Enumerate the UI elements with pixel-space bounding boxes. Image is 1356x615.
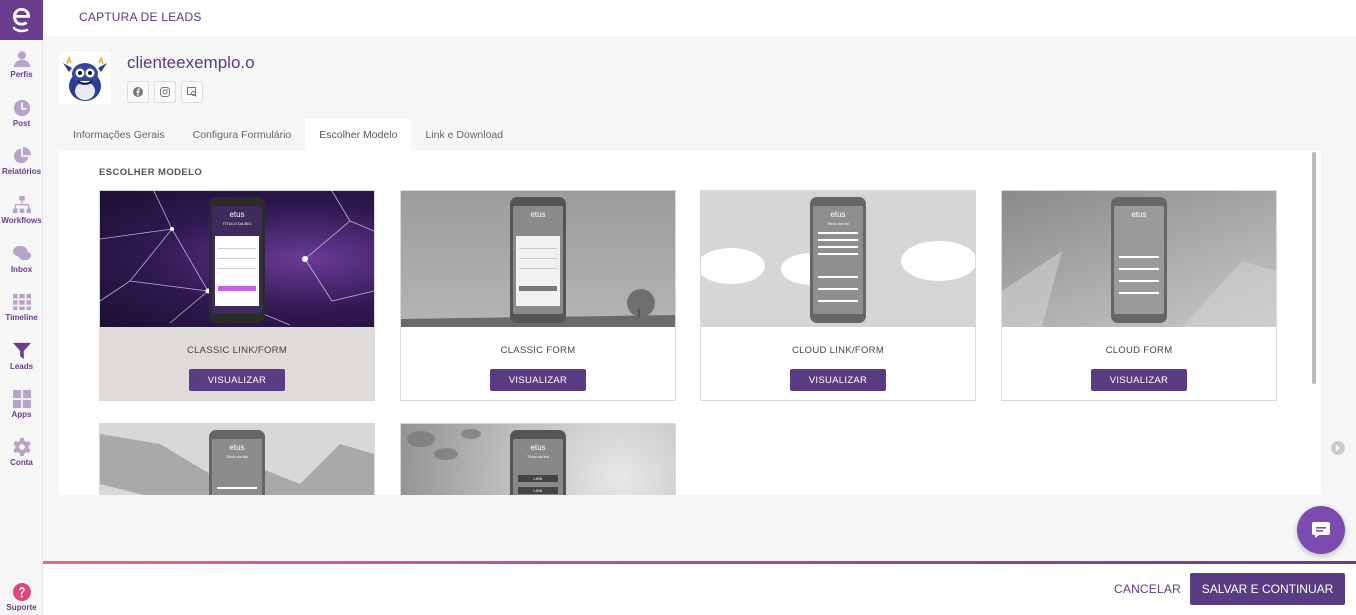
section-title: ESCOLHER MODELO — [99, 167, 203, 178]
grid-icon — [12, 293, 31, 311]
sidebar-item-label: Conta — [10, 458, 33, 467]
visualizar-button[interactable]: VISUALIZAR — [1091, 369, 1187, 391]
template-panel: ESCOLHER MODELO etus TÍTULO DA BIO CLASS… — [59, 151, 1321, 495]
workflow-icon — [12, 196, 31, 214]
mock-form — [215, 236, 259, 306]
sidebar-item-label: Leads — [9, 362, 34, 371]
phone-mockup: etus — [510, 197, 566, 323]
template-title: CLOUD LINK/FORM — [791, 345, 885, 356]
sidebar-item-timeline[interactable]: Timeline — [0, 293, 43, 322]
template-card-classic-link-form[interactable]: etus TÍTULO DA BIO CLASSIC LINK/FORM VIS… — [99, 190, 375, 401]
web-link[interactable] — [181, 81, 203, 103]
etus-logo-icon — [12, 8, 30, 33]
page-title: CAPTURA DE LEADS — [79, 10, 202, 24]
phone-mockup: etus — [1111, 197, 1167, 323]
chat-bubbles-icon — [12, 245, 31, 261]
mock-brand: etus — [530, 210, 546, 219]
sidebar-item-apps[interactable]: Apps — [0, 390, 43, 419]
template-card-cloud-link-form[interactable]: etus Título da bio CLOUD LINK/FORM VISUA… — [700, 190, 976, 401]
mock-subtitle: Título da bio — [526, 454, 549, 459]
template-preview: etus Título da bio — [701, 191, 975, 327]
mock-subtitle: Título da bio — [225, 454, 248, 459]
sidebar-item-label: Suporte — [6, 603, 37, 612]
gear-icon — [12, 438, 31, 456]
template-card-nature[interactable]: etus Título da bio LINK LINK — [400, 423, 676, 495]
template-card-cloud-form[interactable]: etus CLOUD FORM VISUALIZAR — [1001, 190, 1277, 401]
template-preview: etus — [1002, 191, 1276, 327]
template-preview: etus TÍTULO DA BIO — [100, 191, 374, 327]
phone-mockup: etus Título da bio — [209, 430, 265, 495]
sidebar-item-workflows[interactable]: Workflows — [0, 196, 43, 225]
mock-subtitle: Título da bio — [826, 221, 849, 226]
mock-link-button: LINK — [518, 487, 558, 494]
web-icon — [187, 87, 197, 97]
top-bar: CAPTURA DE LEADS — [43, 0, 1356, 36]
help-icon — [12, 583, 31, 601]
template-preview: etus Título da bio — [100, 424, 374, 495]
funnel-icon — [12, 342, 31, 360]
mock-form — [516, 236, 560, 306]
sidebar-item-leads[interactable]: Leads — [0, 342, 43, 371]
mock-brand: etus — [1131, 210, 1147, 219]
etus-logo[interactable] — [0, 0, 43, 40]
template-card-classic-form[interactable]: etus CLASSIC FORM VISUALIZAR — [400, 190, 676, 401]
avatar — [59, 52, 111, 104]
mock-brand: etus — [229, 443, 245, 452]
tab-configura-formulario[interactable]: Configura Formulário — [179, 119, 306, 151]
chat-support-button[interactable] — [1297, 506, 1345, 554]
phone-mockup: etus Título da bio LINK LINK — [510, 430, 566, 495]
mock-subtitle: TÍTULO DA BIO — [222, 221, 252, 226]
sidebar-item-inbox[interactable]: Inbox — [0, 245, 43, 274]
template-title: CLASSIC LINK/FORM — [186, 345, 288, 356]
tabs: Informações Gerais Configura Formulário … — [59, 119, 517, 151]
sidebar-item-label: Post — [12, 119, 31, 128]
instagram-icon — [160, 87, 170, 97]
chat-icon — [1312, 522, 1330, 538]
mock-brand: etus — [830, 210, 846, 219]
facebook-link[interactable] — [127, 81, 149, 103]
template-card-map[interactable]: etus Título da bio — [99, 423, 375, 495]
sidebar-item-relatorios[interactable]: Relatórios — [0, 147, 43, 176]
mock-brand: etus — [229, 210, 245, 219]
visualizar-button[interactable]: VISUALIZAR — [189, 369, 285, 391]
mock-brand: etus — [530, 443, 546, 452]
mock-link-button: LINK — [518, 475, 558, 482]
tab-link-e-download[interactable]: Link e Download — [411, 119, 517, 151]
template-title: CLASSIC FORM — [500, 345, 576, 356]
sidebar-item-suporte[interactable]: Suporte — [0, 583, 43, 612]
sidebar-item-label: Timeline — [5, 313, 38, 322]
visualizar-button[interactable]: VISUALIZAR — [790, 369, 886, 391]
sidebar: Perfis Post Relatórios Workflows Inbox T… — [0, 0, 43, 615]
footer-bar: CANCELAR SALVAR E CONTINUAR — [43, 561, 1356, 615]
sidebar-item-label: Perfis — [10, 70, 33, 79]
visualizar-button[interactable]: VISUALIZAR — [490, 369, 586, 391]
sidebar-item-label: Apps — [11, 410, 32, 419]
profile-name: clienteexemplo.o — [127, 53, 255, 72]
template-title: CLOUD FORM — [1105, 345, 1173, 356]
sidebar-item-label: Workflows — [1, 216, 42, 225]
template-preview: etus Título da bio LINK LINK — [401, 424, 675, 495]
sidebar-item-perfis[interactable]: Perfis — [0, 50, 43, 79]
clock-icon — [13, 99, 30, 117]
sidebar-item-label: Inbox — [10, 265, 33, 274]
phone-mockup: etus Título da bio — [810, 197, 866, 323]
save-and-continue-button[interactable]: SALVAR E CONTINUAR — [1190, 573, 1345, 605]
sidebar-item-post[interactable]: Post — [0, 99, 43, 128]
panel-scrollbar[interactable] — [1312, 152, 1316, 384]
template-preview: etus — [401, 191, 675, 327]
instagram-link[interactable] — [154, 81, 176, 103]
tab-escolher-modelo[interactable]: Escolher Modelo — [305, 119, 412, 151]
tab-informacoes-gerais[interactable]: Informações Gerais — [59, 119, 179, 151]
chevron-right-icon — [1336, 445, 1340, 451]
pie-chart-icon — [13, 147, 31, 164]
expand-arrow[interactable] — [1331, 441, 1345, 455]
facebook-icon — [133, 87, 143, 97]
apps-icon — [12, 390, 31, 408]
sidebar-item-label: Relatórios — [1, 167, 42, 176]
sidebar-item-conta[interactable]: Conta — [0, 438, 43, 467]
phone-mockup: etus TÍTULO DA BIO — [209, 197, 265, 323]
user-icon — [13, 51, 30, 68]
cancel-button[interactable]: CANCELAR — [1114, 582, 1181, 596]
footer-divider — [43, 561, 1356, 564]
